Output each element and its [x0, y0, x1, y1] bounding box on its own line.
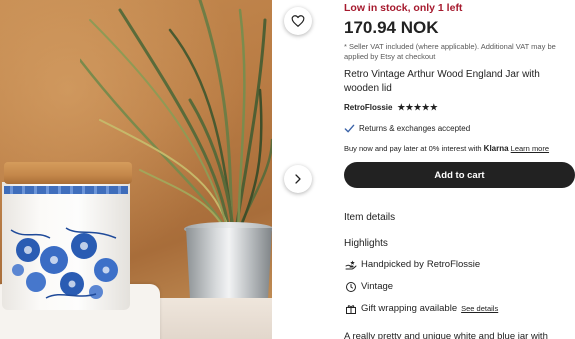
checkmark-icon: [344, 124, 355, 133]
gift-icon: [344, 302, 357, 315]
chevron-right-icon: [295, 174, 301, 184]
heart-icon: [291, 15, 305, 27]
jar-pattern-band: [4, 186, 128, 194]
seller-name-link[interactable]: RetroFlossie: [344, 103, 392, 112]
favorite-button[interactable]: [284, 7, 312, 35]
returns-row: Returns & exchanges accepted: [344, 123, 470, 134]
add-to-cart-button[interactable]: Add to cart: [344, 162, 575, 188]
highlight-gift-text: Gift wrapping available: [361, 303, 458, 314]
stock-status: Low in stock, only 1 left: [344, 2, 463, 14]
next-image-button[interactable]: [284, 165, 312, 193]
returns-text: Returns & exchanges accepted: [359, 124, 471, 133]
highlight-handpicked: Handpicked by RetroFlossie: [344, 258, 480, 271]
listing-panel: Low in stock, only 1 left 170.94 NOK * S…: [344, 0, 575, 339]
product-image[interactable]: [0, 0, 272, 339]
handpicked-icon: [344, 258, 357, 271]
jar-wooden-lid: [4, 162, 132, 184]
jar: [2, 162, 132, 310]
highlight-handpicked-seller[interactable]: RetroFlossie: [427, 259, 480, 270]
jar-floral-pattern: [10, 227, 118, 299]
klarna-logo: Klarna: [483, 144, 509, 153]
klarna-learn-more-link[interactable]: Learn more: [511, 144, 549, 153]
seller-row: RetroFlossie ★★★★★: [344, 102, 438, 113]
highlights-heading: Highlights: [344, 238, 388, 249]
see-details-link[interactable]: See details: [461, 304, 498, 313]
vat-note: * Seller VAT included (where applicable)…: [344, 42, 556, 61]
item-details-heading[interactable]: Item details: [344, 212, 395, 223]
vintage-icon: [344, 280, 357, 293]
highlight-vintage: Vintage: [344, 280, 393, 293]
klarna-row: Buy now and pay later at 0% interest wit…: [344, 144, 549, 153]
description-text: A really pretty and unique white and blu…: [344, 331, 548, 339]
listing-title: Retro Vintage Arthur Wood England Jar wi…: [344, 69, 540, 94]
highlight-gift-wrapping: Gift wrapping available See details: [344, 302, 498, 315]
klarna-text: Buy now and pay later at 0% interest wit…: [344, 144, 482, 153]
price: 170.94 NOK: [344, 18, 439, 37]
rating-stars[interactable]: ★★★★★: [397, 102, 438, 113]
highlight-handpicked-prefix: Handpicked by: [361, 259, 424, 270]
highlight-vintage-text: Vintage: [361, 281, 394, 292]
